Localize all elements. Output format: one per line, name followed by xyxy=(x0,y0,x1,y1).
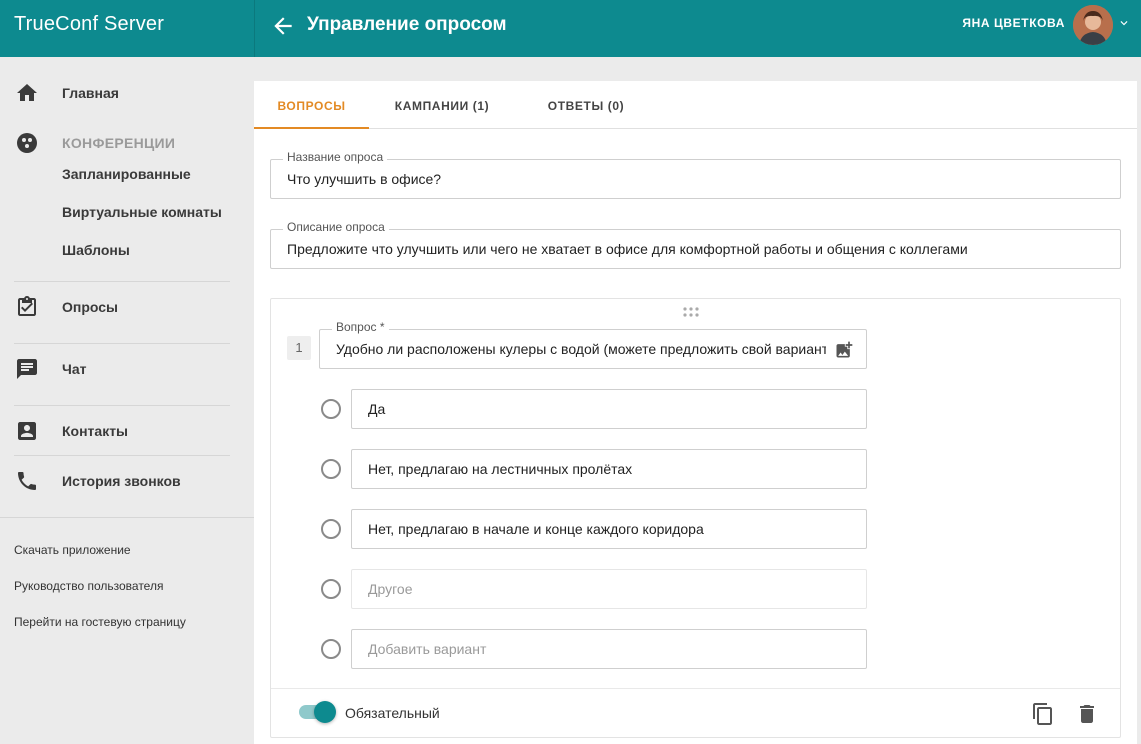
top-bar: TrueConf Server Управление опросом ЯНА Ц… xyxy=(0,0,1141,57)
option-field[interactable]: Да xyxy=(351,389,867,429)
required-label: Обязательный xyxy=(345,705,440,721)
tab-questions[interactable]: ВОПРОСЫ xyxy=(254,81,369,129)
tab-answers[interactable]: ОТВЕТЫ (0) xyxy=(530,81,642,129)
divider xyxy=(14,281,230,282)
question-label: Вопрос * xyxy=(332,320,389,334)
sidebar-item-label: Контакты xyxy=(62,423,129,439)
question-number: 1 xyxy=(287,336,311,360)
home-icon xyxy=(17,84,37,101)
contact-card-icon xyxy=(18,422,36,440)
sidebar-item-home[interactable]: Главная xyxy=(0,78,254,108)
question-value: Удобно ли расположены кулеры с водой (мо… xyxy=(336,341,826,357)
download-app-link[interactable]: Скачать приложение xyxy=(14,543,131,557)
chevron-down-icon[interactable] xyxy=(1117,16,1131,30)
option-radio[interactable] xyxy=(321,519,341,539)
add-option-radio[interactable] xyxy=(321,639,341,659)
option-text: Нет, предлагаю в начале и конце каждого … xyxy=(368,521,704,537)
sidebar-item-call-history[interactable]: История звонков xyxy=(0,466,254,496)
clipboard-check-icon xyxy=(18,296,36,316)
tab-bar: ВОПРОСЫ КАМПАНИИ (1) ОТВЕТЫ (0) xyxy=(254,81,1137,129)
page-title: Управление опросом xyxy=(307,14,507,35)
required-toggle[interactable] xyxy=(299,701,336,723)
arrow-left-icon[interactable] xyxy=(270,13,296,39)
trash-icon[interactable] xyxy=(1075,702,1099,726)
survey-description-value: Предложите что улучшить или чего не хват… xyxy=(287,241,968,257)
drag-handle-icon[interactable] xyxy=(682,306,700,318)
sidebar-item-label: Опросы xyxy=(62,299,119,315)
divider xyxy=(14,455,230,456)
survey-description-field[interactable]: Описание опроса Предложите что улучшить … xyxy=(270,220,1121,269)
header-divider xyxy=(254,0,255,57)
copy-icon[interactable] xyxy=(1031,702,1055,726)
question-footer: Обязательный xyxy=(271,688,1120,738)
divider xyxy=(14,343,230,344)
user-guide-link[interactable]: Руководство пользователя xyxy=(14,579,163,593)
toggle-knob xyxy=(314,701,336,723)
avatar[interactable] xyxy=(1073,5,1113,45)
survey-name-value: Что улучшить в офисе? xyxy=(287,171,442,187)
survey-description-label: Описание опроса xyxy=(283,220,389,234)
option-field[interactable]: Нет, предлагаю в начале и конце каждого … xyxy=(351,509,867,549)
tab-campaigns[interactable]: КАМПАНИИ (1) xyxy=(380,81,504,129)
sidebar-item-label: Главная xyxy=(62,85,119,101)
other-option-radio[interactable] xyxy=(321,579,341,599)
other-option-placeholder: Другое xyxy=(368,581,413,597)
sidebar-item-contacts[interactable]: Контакты xyxy=(0,416,254,446)
option-radio[interactable] xyxy=(321,399,341,419)
sidebar-section-conferences[interactable]: КОНФЕРЕНЦИИ xyxy=(0,128,254,158)
divider xyxy=(14,405,230,406)
add-option-field[interactable]: Добавить вариант xyxy=(351,629,867,669)
sidebar-item-label: Чат xyxy=(62,361,87,377)
survey-editor-card: ВОПРОСЫ КАМПАНИИ (1) ОТВЕТЫ (0) Название… xyxy=(254,81,1137,744)
sidebar-item-scheduled[interactable]: Запланированные xyxy=(62,166,191,182)
question-card: 1 Вопрос * Удобно ли расположены кулеры … xyxy=(270,298,1121,738)
add-image-icon[interactable] xyxy=(834,340,854,360)
add-option-placeholder: Добавить вариант xyxy=(368,641,487,657)
option-radio[interactable] xyxy=(321,459,341,479)
divider xyxy=(0,517,254,518)
survey-name-field[interactable]: Название опроса Что улучшить в офисе? xyxy=(270,150,1121,199)
sidebar-item-surveys[interactable]: Опросы xyxy=(0,292,254,322)
question-text-field[interactable]: Вопрос * Удобно ли расположены кулеры с … xyxy=(319,320,867,369)
app-logo[interactable]: TrueConf Server xyxy=(14,13,164,36)
sidebar-item-virtual-rooms[interactable]: Виртуальные комнаты xyxy=(62,204,222,220)
option-field[interactable]: Нет, предлагаю на лестничных пролётах xyxy=(351,449,867,489)
survey-name-label: Название опроса xyxy=(283,150,388,164)
sidebar: Главная КОНФЕРЕНЦИИ Запланированные Вирт… xyxy=(0,57,254,744)
option-text: Нет, предлагаю на лестничных пролётах xyxy=(368,461,633,477)
phone-icon xyxy=(18,472,36,490)
conference-icon xyxy=(17,133,37,153)
other-option-field[interactable]: Другое xyxy=(351,569,867,609)
sidebar-item-label: История звонков xyxy=(62,473,181,489)
sidebar-item-templates[interactable]: Шаблоны xyxy=(62,242,130,258)
option-text: Да xyxy=(368,401,386,417)
chat-icon xyxy=(17,359,37,379)
sidebar-item-label: КОНФЕРЕНЦИИ xyxy=(62,135,176,151)
guest-page-link[interactable]: Перейти на гостевую страницу xyxy=(14,615,186,629)
sidebar-item-chat[interactable]: Чат xyxy=(0,354,254,384)
user-name[interactable]: ЯНА ЦВЕТКОВА xyxy=(962,16,1065,30)
